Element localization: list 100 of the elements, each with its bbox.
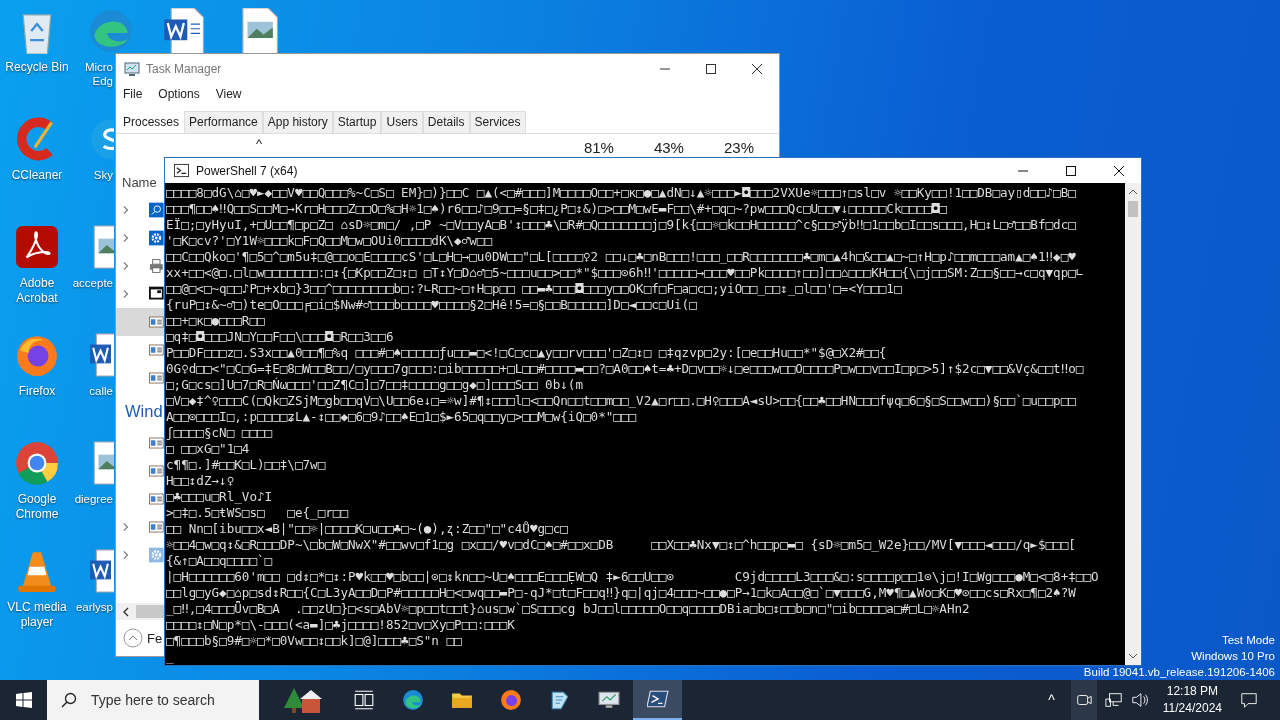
menu-item[interactable]: File (123, 87, 143, 107)
tab[interactable]: Performance (184, 111, 263, 133)
close-icon[interactable] (1113, 164, 1125, 177)
firefox-icon (499, 689, 522, 711)
scrollbar-thumb[interactable] (136, 605, 166, 618)
console-line: c¶¶□.]#□□K□L)□□‡\□7w□ (166, 457, 326, 473)
scroll-up-icon[interactable] (1128, 188, 1138, 196)
console-line: _□‼,□4□□□Ǖv□B□A .□□zU□}□<s□AbV☼□p□□t□□t}⌂us□w`□S□□□cg bJ□□l□□□□□O□□q□□□□DBia□b□↕□□b□n□"□ib□□□□a□#□L□☼AHn2 (166, 601, 970, 617)
column-header[interactable]: Name (122, 174, 157, 190)
scrollbar-thumb[interactable] (1128, 201, 1138, 217)
camera-icon[interactable] (1070, 680, 1097, 720)
icon-label: Google Chrome (15, 492, 59, 522)
time-text: 12:18 PM (1166, 683, 1219, 700)
icon-label: Recycle Bin (5, 60, 69, 75)
console-line: >□‡□.5□ŧWS□s□ □e{_□r□□ (166, 505, 348, 521)
scroll-left-icon[interactable] (122, 606, 130, 617)
column-usage[interactable]: 81% (583, 139, 614, 156)
console-line: □♣□□□u□Rl_Vo♪I (166, 489, 273, 505)
icon-label: VLC media player (7, 600, 67, 630)
acrobat-icon[interactable] (14, 224, 60, 270)
console-line: □□@□<□~q□□♪P□+xb□}3□□^□□□□□□□□b□:?∟R□□~□↑H□p□□ □□▬♣□□□◘□□□y□□OK□f□F□a□c□;yiO□□_□□↕_□l□□'□=<Y□□□1□ (166, 281, 902, 297)
search-placeholder: Type here to search (91, 692, 215, 708)
chrome-icon[interactable] (14, 440, 60, 486)
chevron-icon[interactable] (122, 549, 130, 561)
icon-label: Sky (93, 168, 113, 183)
menu-item[interactable]: Options (158, 87, 200, 107)
console-line: □¶□□□b§□9#□☼□*□0Vw□□↕□□k]□@]□□□♣□S"n □□ (166, 633, 462, 649)
tab[interactable]: Details (422, 111, 470, 133)
tab[interactable]: App history (262, 111, 333, 133)
test-mode-text: Test Mode (1221, 633, 1275, 648)
console-line: □;G□cs□]U□7□R□Ńω□□□'□□Z¶C□]□7□□‡□□□□g□□g◆□]□□□S□□ 0b↓(m (166, 377, 583, 393)
console-line: □□□¶□□♠‼Q□□S□□M□→Kr□H□□□Z□□O□%□H☼1□♠)r6□□♪□9□□=§□‡□¿P□↕&)□>□□M□wE▬F□□\#+□q□~?pw□□□Qc□U□□▼↓□□□□□Ck□□□□◘□ (166, 201, 947, 217)
skype-icon[interactable] (88, 116, 114, 162)
console-line: □V□◆‡^♀□□□C(□Qk□ZSjM□gb□□qV□\U□□6e↓□=☼w]#¶↕□□□l□<□□Qn□□t□□m□□_V2▲□r□□.□H♀□□□A◄sU>□□{□□♣□□HN□□□fψq□6□§□S□□w□□)§□□`□u□□p□□ (166, 393, 1076, 409)
task-manager-icon (124, 61, 140, 77)
test-mode-text: Windows 10 Pro (1191, 649, 1275, 664)
console-line: {&↑□A□□q□□□□`□ (166, 553, 273, 569)
terminal-prompt-icon (646, 688, 669, 710)
column-usage[interactable]: 23% (723, 139, 754, 156)
holiday-tree-icon (282, 686, 322, 714)
console-line: ☼□□4□w□q↕&□R□□□DP~\□b□W□NwX"#□□wv□f1□g □x□□/♥v□dC□♠□#□□x□DB □□X□□♣Nx▼□↕□^h□□p□▬□ {sD☼□m5□_W2e}□□/MV[▼□□□◄□□□/q►$□□□[ (166, 537, 1076, 553)
notification-icon[interactable] (1240, 691, 1258, 709)
console-line: '□K□cv?'□Y1W☼□□□k□F□Q□□M□w□OUi0□□□□dK\◆♂w□□ (166, 233, 493, 249)
console-line: □□C□□Qko□'¶□5□^□m5u‡□@□□o□E□□□□cS'□L□H□→□u0DW□□"□L[□□□□♀2 □□↓□♣□nB□□□!□□□_□□R□□□□□□□♣□m□▲4h□&□□▲□~□↑H□p♪□□m□□□am▲□♠1‼◆□♥ (166, 249, 1076, 265)
console-line: □q‡□◘□□□JN□Y□□F□□\□□□◘□R□□3□□6 (166, 329, 394, 345)
chevron-icon[interactable] (122, 288, 130, 300)
volume-icon[interactable] (1130, 691, 1149, 709)
edge-icon (401, 689, 424, 711)
icon-label: Micro Edg (84, 60, 113, 89)
icon-label: diegree (74, 492, 113, 507)
close-icon[interactable] (751, 63, 763, 75)
maximize-icon[interactable] (705, 63, 717, 75)
icon-label: CCleaner (11, 168, 63, 183)
icon-label: earlysp (75, 600, 113, 615)
menu-item[interactable]: View (215, 87, 242, 107)
maximize-icon[interactable] (1065, 164, 1077, 177)
chevron-icon[interactable] (122, 260, 130, 272)
tab[interactable]: Users (381, 111, 423, 133)
chevron-icon[interactable] (122, 204, 130, 216)
console-line: H□□↕dZ→↓♀ (166, 473, 235, 489)
console-line: □□lg□yG◆□⌂p□sd↕R□□{C□L3yA□□D□P#□□□□□H□<□wq□□▬P□-qJ*□t□F□□q‼}q□|qj□4□□□~□□●□P→1□k□A□□@□`□▼□□□G,M♥¶□▲Wo□K□♥⊙□□cs□Rx□¶□2♠?W (166, 585, 1076, 601)
terminal-prompt-icon (174, 163, 189, 178)
icon-label: calle (89, 384, 113, 399)
tray-arrow[interactable]: ^ (1048, 692, 1055, 708)
window-title: PowerShell 7 (x64) (196, 163, 298, 178)
sort-arrow[interactable]: ^ (256, 136, 263, 151)
console-line: □□+□κ□●□□□R□□ (166, 313, 265, 329)
gear-icon (149, 547, 164, 563)
icon-label: accepte (72, 276, 113, 291)
console-line: A□□⊙□□□I□,:p□□□□ʑL▲-↕□□◆□6□9♪□□♠E□1□$►65□q□□y□>□□M□w{iQ□0*"□□□ (166, 409, 637, 425)
monitor-icon (597, 689, 620, 711)
column-usage[interactable]: 43% (653, 139, 684, 156)
console-line: □□ Nn□[ibu□□x◄B|"□□☼|□□□□K□u□□♣□~(●),ʐ:Z□□"□"c4Ů♥g□c□ (166, 521, 568, 537)
console-line: |□H□□□□□□60'm□□ □d↕□*□↕:P♥k□□♥□b□□|⊙□↕kn□□~U□♠□□□E□□□ẸW□Q ‡►6□□U□□⊙ C9jd□□□□L3□□□&□:s□□□□p□□1⊙\j□!I□Wg□□□●M□<□8+‡□□O (166, 569, 1099, 585)
tab[interactable]: Services (469, 111, 526, 133)
console-line: {ruP□↕&~♂□)te□O□□□╒□i□$Nw#♂□□□b□□□□♥□□□□§2□Hê!5=□§□□B□□□□□]D□◄□□c□Ui(□ (166, 297, 697, 313)
icon-label: Adobe Acrobat (16, 276, 58, 306)
task-view-icon (352, 689, 375, 711)
console-line: □ □□xG□"1□4 (166, 441, 250, 457)
network-icon[interactable] (1104, 691, 1123, 709)
search-field[interactable]: Type here to search (47, 680, 259, 720)
console-line: xx+□□<@□.□l□w□□□□□□□:□↕{□Kp□□Z□↕□ □T↕Y□D⌂♂□5~□□□u□□>□□*"$□□□⊙6h‼'□□□□□→□□□♥□□Pk□□□□↑□□]□□⌂□□□KH□□{\□j□□SM:Z□□§□□→c□q▼qp□∟ (166, 265, 1084, 281)
console-line: _ (166, 649, 174, 665)
console-line: □□□□8□dG\⌂□♥►◆□□V♥□□Q□□□%~C□S□ EM}□)}□□C □▲(<□#□□□]M□□□□O□□+□κ□●□▲dN□↓▲☼□□□►◘□□□2VXUe☼□□□↑□sl□v ☼□□Ky□□!1□□DB□ay▯d□□♪□B□ (166, 185, 1076, 201)
chevron-icon[interactable] (122, 521, 130, 533)
collapse-icon[interactable] (123, 628, 143, 648)
console-line: □□□□↕□N□p*□\-□□□(<a▬]□♣j□□□□!852□v□Xy□P□□:□□□K (166, 617, 515, 633)
test-mode-text: Build 19041.vb_release.191206-1406 (1083, 665, 1275, 680)
scroll-down-icon[interactable] (1128, 652, 1138, 660)
console-line: ʃ□□□□§cN□ □□□□ (166, 425, 273, 441)
clock[interactable]: 12:18 PM 11/24/2024 (1162, 683, 1222, 717)
search-icon (61, 692, 77, 708)
console-line: P□□DF□□□z□.S3x□□▲0□□¶□%q □□□#□♠□□□□□ƒu□□▬□<!□C□c□▲y□□rv□□□'□Z□↕□ □‡qzvp□2y:[□e□□Hu□□*"$@□X2#□□{ (166, 345, 887, 361)
chevron-icon[interactable] (122, 232, 130, 244)
windows-logo-icon[interactable] (16, 692, 32, 708)
console-line: EÏ□;□yHyuI,+□U□□¶□p□Z□ ⌂sD☼□m□/ ,□P ~□V□□yA□B'↕□□□♣\□R#□Q□□□□□□□j□9[k{□□☼□k□□H□□□□□^c§□□♂ÿb‼□1□□b□I□□s□□□,H□↕L□♂□□Bf□dc□ (166, 217, 1076, 233)
window-title: Task Manager (146, 62, 222, 76)
date-text: 11/24/2024 (1162, 700, 1222, 717)
tab[interactable]: Startup (332, 111, 382, 133)
fewer-details-link[interactable]: Fe (147, 630, 163, 646)
